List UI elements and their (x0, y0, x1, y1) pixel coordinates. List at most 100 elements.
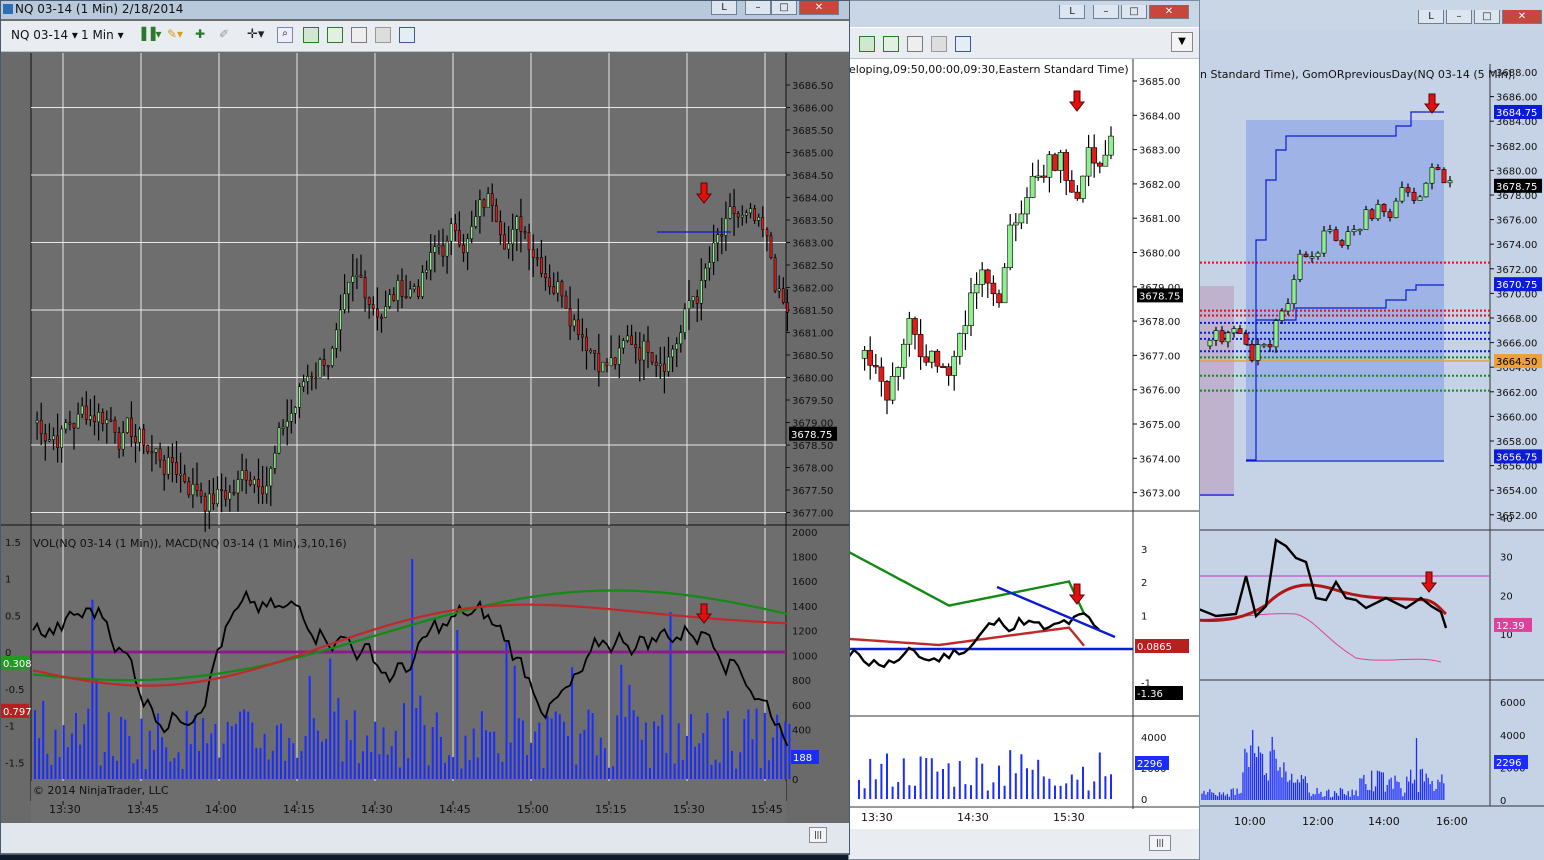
price-candle (765, 229, 769, 237)
chart-window-3[interactable]: L – □ ✕ 3688.00 3686.00 3684.00 3682.00 3680… (1196, 0, 1544, 860)
price-candle (97, 412, 101, 423)
price-candle (867, 350, 874, 366)
indicator-label: VOL(NQ 03-14 (1 Min)), MACD(NQ 03-14 (1 … (33, 537, 347, 550)
macd-badge-red: 0.797 (3, 707, 32, 718)
volume-tick-label: 800 (792, 676, 811, 687)
price-tick-label: 3683.00 (792, 239, 833, 250)
price-candle (1213, 330, 1219, 341)
price-candle (89, 415, 92, 420)
price-candle (355, 274, 359, 277)
price-candle (951, 356, 957, 376)
price-candle (872, 365, 879, 368)
time-tick-label: 15:00 (517, 803, 549, 816)
scroll-thumb-1[interactable]: ||| (809, 827, 827, 843)
price-candle (207, 493, 211, 512)
volume-tick-label: 2000 (792, 528, 817, 539)
price-tick-label: 3654.00 (1496, 486, 1537, 497)
price-tick-label: 3677.00 (792, 509, 833, 520)
price-candle (1435, 167, 1441, 170)
price-candle (68, 422, 72, 425)
price-candle (326, 365, 330, 368)
price-candle (298, 386, 301, 408)
price-candle (1080, 175, 1086, 199)
price-tick-label: 3685.50 (792, 126, 833, 137)
chart-window-1[interactable]: NQ 03-14 (1 Min) 2/18/2014 L – □ ✕ NQ 03… (0, 0, 850, 855)
price-candle (179, 473, 183, 476)
price-candle (1063, 152, 1069, 181)
price-candle (1219, 330, 1225, 343)
price-badge-mid: 3670.75 (1496, 280, 1537, 291)
price-candle (1441, 169, 1447, 184)
price-candle (503, 234, 506, 250)
price-candle (318, 359, 322, 379)
price-candle (72, 422, 76, 429)
price-candle (576, 319, 580, 335)
price-candle (1327, 229, 1333, 232)
price-candle (1405, 187, 1411, 193)
price-candle (753, 208, 757, 221)
price-candle (203, 495, 207, 512)
price-candle (1279, 310, 1285, 321)
price-candle (940, 365, 946, 369)
chart-canvas-2[interactable]: 3685.00 3684.00 3683.00 3682.00 3681.00 3680.… (849, 1, 1200, 860)
last-price-badge: 3678.75 (791, 430, 832, 441)
price-candle (400, 280, 404, 297)
price-candle (1315, 252, 1321, 257)
price-candle (613, 357, 617, 365)
time-tick-label: 15:45 (751, 803, 783, 816)
price-candle (191, 484, 195, 496)
price-candle (498, 221, 502, 236)
scroll-bar-2[interactable] (849, 829, 1199, 859)
price-candle (52, 435, 55, 440)
price-candle (273, 452, 277, 469)
price-candle (1381, 204, 1387, 213)
price-candle (1261, 344, 1267, 347)
price-candle (736, 213, 740, 218)
price-candle (425, 269, 429, 273)
price-candle (330, 347, 334, 366)
price-candle (556, 281, 560, 294)
last-price-badge: 3678.75 (1496, 182, 1537, 193)
price-candle (568, 308, 572, 327)
chart-canvas-3[interactable]: 3688.003686.003684.003682.003680.003678.… (1196, 0, 1544, 860)
osc-tick-label: 40 (1500, 514, 1513, 525)
macd-badge-green: 0.308 (3, 659, 32, 670)
scroll-bar-1[interactable] (1, 823, 849, 853)
price-candle (523, 231, 527, 234)
price-candle (421, 272, 424, 297)
price-candle (212, 493, 215, 505)
price-candle (544, 273, 547, 279)
price-candle (1085, 147, 1092, 177)
osc-badge: 12.39 (1496, 621, 1525, 632)
price-tick-label: 3680.50 (792, 351, 833, 362)
price-candle (388, 294, 392, 307)
price-candle (470, 226, 474, 240)
chart-canvas-1[interactable]: 3686.50 3686.00 3685.50 3685.00 3684.50 3684.… (1, 1, 850, 855)
price-candle (396, 280, 400, 301)
price-candle (1411, 191, 1417, 201)
osc-tick-label: 1 (1141, 612, 1147, 623)
price-candle (519, 216, 523, 232)
scroll-thumb-2[interactable]: ||| (1149, 835, 1171, 851)
price-candle (142, 428, 146, 446)
macd-tick-label: -1.5 (5, 758, 25, 769)
price-candle (1091, 147, 1097, 164)
price-candle (1303, 253, 1309, 257)
time-tick-label: 12:00 (1302, 815, 1334, 828)
chart-window-2[interactable]: L – □ ✕ ▼ 3685.00 3684.00 3683.00 3682.00 36… (848, 0, 1200, 860)
chart-label-3: n Standard Time), GomORpreviousDay(NQ 03… (1200, 68, 1516, 81)
time-tick-label: 14:00 (205, 803, 237, 816)
price-candle (667, 356, 670, 372)
price-tick-label: 3662.00 (1496, 388, 1537, 399)
price-candle (703, 267, 707, 281)
price-candle (441, 245, 445, 257)
price-candle (462, 244, 465, 253)
price-candle (445, 240, 449, 257)
price-candle (363, 277, 367, 299)
price-candle (1001, 267, 1008, 304)
price-candle (1351, 229, 1357, 233)
price-candle (380, 316, 383, 319)
price-candle (691, 296, 695, 302)
price-candle (281, 426, 285, 429)
price-tick-label: 3684.50 (792, 171, 833, 182)
